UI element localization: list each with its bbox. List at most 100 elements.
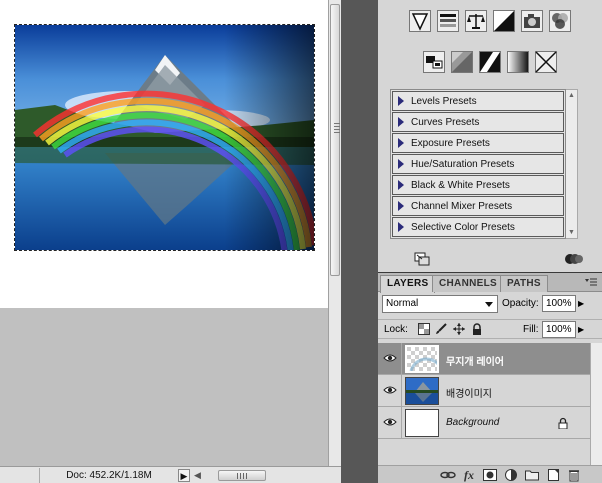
preset-black-white[interactable]: Black & White Presets [392,175,564,195]
tab-layers[interactable]: LAYERS [380,275,436,293]
status-bar: Doc: 452.2K/1.18M ▶ ◀ [0,466,341,483]
layer-name[interactable]: Background [446,417,499,428]
adjustment-layer-icon[interactable] [503,468,519,482]
tab-paths[interactable]: PATHS [500,275,548,292]
blend-mode-value: Normal [386,298,419,309]
status-menu-arrow-icon[interactable]: ▶ [178,468,190,482]
invert-icon[interactable] [423,51,445,73]
return-to-list-icon[interactable] [414,252,430,266]
expand-arrow-icon[interactable] [398,201,404,211]
horizontal-scroll-thumb[interactable] [218,469,266,481]
trash-icon[interactable] [566,468,582,482]
layer-locked-padlock-icon [558,417,568,429]
fill-slider-arrow-icon[interactable]: ▶ [578,325,584,334]
vertical-scroll-thumb[interactable] [330,4,340,276]
opacity-slider-arrow-icon[interactable]: ▶ [578,299,584,308]
channel-mixer-icon[interactable] [549,10,571,32]
blend-opacity-row: Normal Opacity: 100% ▶ [378,295,602,315]
adjustments-panel: Levels Presets Curves Presets Exposure P… [378,0,602,272]
panel-menu-icon[interactable] [584,277,598,287]
rainbow-landscape-image[interactable] [15,25,314,250]
presets-scrollbar[interactable]: ▲ ▼ [566,89,578,239]
preset-selective-color[interactable]: Selective Color Presets [392,217,564,237]
panel-dock-divider [341,0,378,483]
preset-exposure[interactable]: Exposure Presets [392,133,564,153]
landscape-artwork [15,25,314,250]
zoom-level-field[interactable] [0,467,40,483]
horizontal-scrollbar[interactable]: ◀ [194,468,341,483]
selective-color-icon[interactable] [535,51,557,73]
layers-scrollbar[interactable] [590,343,602,465]
opacity-label: Opacity: [502,298,539,309]
photo-filter-icon[interactable] [521,10,543,32]
scroll-up-icon[interactable]: ▲ [568,92,575,99]
lock-label: Lock: [384,324,408,335]
black-white-icon[interactable] [493,10,515,32]
lock-position-move-icon[interactable] [453,323,465,335]
preset-levels[interactable]: Levels Presets [392,91,564,111]
panel-tab-bar: LAYERS CHANNELS PATHS [378,273,602,293]
layer-row-rainbow[interactable]: 무지개 레이어 [378,343,590,375]
posterize-icon[interactable] [451,51,473,73]
expand-arrow-icon[interactable] [398,138,404,148]
scroll-down-icon[interactable]: ▼ [568,229,575,236]
clip-to-layer-icon[interactable] [564,252,584,266]
opacity-input[interactable]: 100% [542,295,576,312]
lock-image-pixels-brush-icon[interactable] [435,323,447,335]
layer-thumbnail-transparent[interactable] [405,345,439,373]
layer-name[interactable]: 무지개 레이어 [446,353,504,368]
layer-thumbnail-white[interactable] [405,409,439,437]
expand-arrow-icon[interactable] [398,96,404,106]
lock-transparent-pixels-icon[interactable] [418,323,430,335]
expand-arrow-icon[interactable] [398,180,404,190]
layer-name[interactable]: 배경이미지 [446,385,492,400]
document-size-info: Doc: 452.2K/1.18M [66,469,152,481]
tab-channels[interactable]: CHANNELS [432,275,504,292]
preset-hue-saturation[interactable]: Hue/Saturation Presets [392,154,564,174]
visibility-toggle[interactable] [378,407,402,439]
visibility-toggle[interactable] [378,375,402,407]
gradient-map-icon[interactable] [507,51,529,73]
blend-mode-select[interactable]: Normal [382,295,498,313]
threshold-icon[interactable] [479,51,501,73]
adjustment-icons-row-2 [378,51,602,73]
vibrance-triangle-icon[interactable] [409,10,431,32]
landscape-thumbnail-icon [406,378,438,404]
preset-label: Levels Presets [411,95,477,107]
preset-label: Channel Mixer Presets [411,200,513,212]
preset-label: Selective Color Presets [411,221,515,233]
fill-input[interactable]: 100% [542,321,576,338]
new-layer-icon[interactable] [545,468,561,482]
adjustment-icons-row-1 [378,10,602,32]
link-icon[interactable] [440,468,456,482]
fx-icon[interactable]: fx [461,468,477,482]
color-balance-scale-icon[interactable] [465,10,487,32]
visibility-toggle[interactable] [378,343,402,375]
adjustment-presets-list: Levels Presets Curves Presets Exposure P… [390,89,566,239]
eye-icon [383,386,397,394]
mask-icon[interactable] [482,468,498,482]
vertical-scrollbar[interactable] [328,0,341,466]
group-folder-icon[interactable] [524,468,540,482]
transparency-checker-icon [407,347,437,371]
layer-row-background-image[interactable]: 배경이미지 [378,375,590,407]
lock-fill-row: Lock: Fill: 100% ▶ [378,319,602,339]
expand-arrow-icon[interactable] [398,222,404,232]
document-canvas[interactable] [0,0,328,308]
lock-all-padlock-icon[interactable] [471,323,483,335]
preset-curves[interactable]: Curves Presets [392,112,564,132]
canvas-workspace[interactable] [0,0,328,466]
chevron-down-icon [485,302,493,307]
scroll-left-icon[interactable]: ◀ [194,470,201,481]
preset-label: Exposure Presets [411,137,490,149]
preset-channel-mixer[interactable]: Channel Mixer Presets [392,196,564,216]
layer-thumbnail-landscape[interactable] [405,377,439,405]
layer-row-background[interactable]: Background [378,407,590,439]
preset-label: Hue/Saturation Presets [411,158,515,170]
expand-arrow-icon[interactable] [398,159,404,169]
fill-label: Fill: [523,324,539,335]
expand-arrow-icon[interactable] [398,117,404,127]
eye-icon [383,354,397,362]
gradient-levels-icon[interactable] [437,10,459,32]
scroll-grip-icon [334,123,340,133]
